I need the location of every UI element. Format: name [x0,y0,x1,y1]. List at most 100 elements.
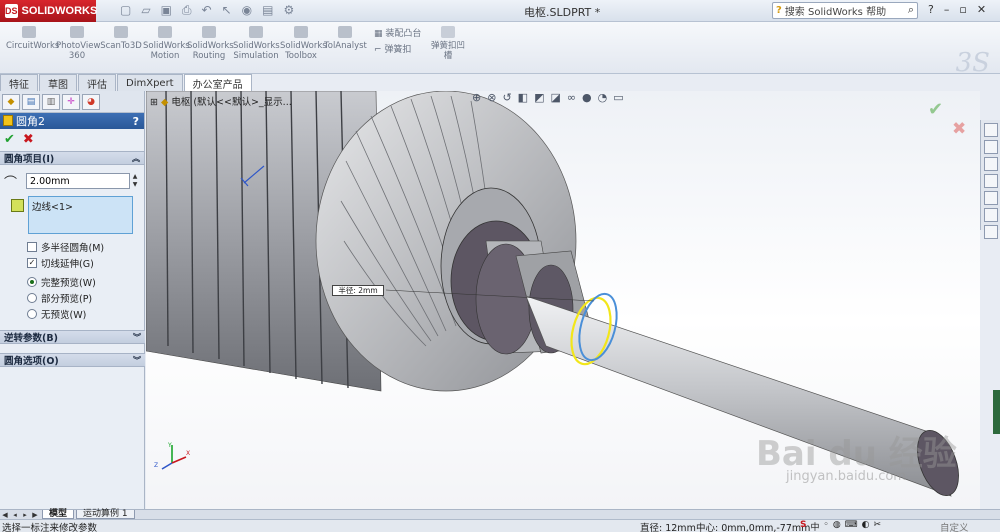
fillet-items-group-header[interactable]: 圆角项目(I) ︽ [0,151,144,165]
radius-callout[interactable]: 半径: 2mm [332,285,384,296]
close-icon[interactable]: ✕ [977,3,986,16]
radius-spinner[interactable]: ▲ ▼ [131,173,139,189]
zoom-to-fit-icon[interactable]: ⊕ [472,91,481,104]
tab-motion-study[interactable]: 运动算例 1 [76,510,135,519]
search-results-icon[interactable] [983,174,998,188]
partial-preview-radio[interactable] [27,293,37,303]
no-preview-option[interactable]: 无预览(W) [27,307,86,321]
motion-icon [158,26,172,38]
feature-tree-flyout[interactable]: ⊞ ◆ 电枢 (默认<<默认>_显示... [150,94,292,108]
ime-chinese-mode[interactable]: 中 [810,520,819,532]
view-settings-icon[interactable]: ▭ [613,91,623,104]
solidworks-routing-button[interactable]: SolidWorks Routing [187,26,234,61]
mount-boss-button[interactable]: ▦ 装配凸台 [374,26,421,39]
confirm-cancel-icon[interactable]: ✖ [952,119,966,139]
minimize-icon[interactable]: – [944,3,950,16]
snap-hook-button[interactable]: ⌐ 弹簧扣 [374,42,411,55]
options-icon[interactable]: ⚙ [283,3,294,18]
photoview-button[interactable]: PhotoView 360 [56,26,100,61]
display-style-icon[interactable]: ◪ [550,91,560,104]
undo-icon[interactable]: ↶ [202,3,212,18]
tangent-propagation-checkbox[interactable]: ✓ [27,258,37,268]
rebuild-icon[interactable]: ◉ [242,3,252,18]
custom-properties-icon[interactable] [983,225,998,239]
solidworks-logo[interactable]: DS SOLIDWORKS [0,0,97,22]
full-preview-option[interactable]: 完整预览(W) [27,275,96,289]
full-preview-radio[interactable] [27,277,37,287]
tab-sketch[interactable]: 草图 [39,74,77,91]
fillet-options-group-header[interactable]: 圆角选项(O) ︾ [0,353,145,367]
prev-tab-arrow-icon[interactable]: ◂ [10,510,20,519]
dimxpert-manager-icon[interactable]: ✛ [62,94,80,110]
tangent-propagation-option[interactable]: ✓ 切线延伸(G) [27,256,94,270]
selected-edge-item[interactable]: 边线<1> [32,202,73,213]
graphics-area[interactable]: ⊞ ◆ 电枢 (默认<<默认>_显示... ⊕ ⊗ ↺ ◧ ◩ ◪ ∞ ● ◔ … [146,91,980,509]
multi-radius-checkbox[interactable] [27,242,37,252]
help-button[interactable]: ? [133,115,139,128]
confirm-ok-icon[interactable]: ✔ [928,99,943,120]
side-handle[interactable] [993,390,1000,434]
feature-title: 圆角2 [16,115,45,128]
help-search-box[interactable]: ? 搜索 SolidWorks 帮助 ⌕ [772,2,918,19]
ime-tools-icon[interactable]: ✂ [874,520,882,532]
tolanalyst-button[interactable]: TolAnalyst [324,26,367,51]
new-document-icon[interactable]: ▢ [120,3,131,18]
solidworks-simulation-button[interactable]: SolidWorks Simulation [233,26,280,61]
ime-toolbar[interactable]: S 中 ◦ ◍ ⌨ ◐ ✂ [800,520,881,532]
cancel-x-icon[interactable]: ✖ [23,132,34,147]
file-properties-icon[interactable]: ▤ [262,3,273,18]
ok-check-icon[interactable]: ✔ [4,132,15,147]
apply-scene-icon[interactable]: ◔ [598,91,608,104]
design-library-icon[interactable] [983,140,998,154]
multi-radius-option[interactable]: 多半径圆角(M) [27,240,104,254]
property-manager-icon[interactable]: ▤ [22,94,40,110]
appearances-icon[interactable] [983,208,998,222]
solidworks-motion-button[interactable]: SolidWorks Motion [143,26,190,61]
select-icon[interactable]: ↖ [222,3,232,18]
view-orientation-icon[interactable]: ◩ [534,91,544,104]
print-icon[interactable]: ⎙ [182,3,192,18]
previous-view-icon[interactable]: ↺ [502,91,511,104]
sogou-ime-icon[interactable]: S [800,520,806,532]
open-icon[interactable]: ▱ [141,3,150,18]
edit-appearance-icon[interactable]: ● [582,91,592,104]
ime-mic-icon[interactable]: ◍ [833,520,841,532]
tab-office-products[interactable]: 办公室产品 [183,74,252,91]
configuration-manager-icon[interactable]: ▥ [42,94,60,110]
expand-icon[interactable]: ⊞ [150,97,161,108]
no-preview-radio[interactable] [27,309,37,319]
search-icon[interactable]: ⌕ [908,3,914,17]
zoom-to-area-icon[interactable]: ⊗ [487,91,496,104]
ime-keyboard-icon[interactable]: ⌨ [845,520,858,532]
help-menu-icon[interactable]: ? [928,3,934,16]
tab-model[interactable]: 模型 [42,510,75,519]
snap-hook-groove-button[interactable]: 弹簧扣凹槽 [428,26,468,61]
next-tab-arrow-icon[interactable]: ▸ [20,510,30,519]
edge-selection-list[interactable]: 边线<1> [28,196,133,234]
restore-icon[interactable]: ▫ [959,3,966,16]
file-explorer-icon[interactable] [983,157,998,171]
scanto3d-button[interactable]: ScanTo3D [100,26,142,51]
ime-punct-icon[interactable]: ◦ [824,520,829,532]
circuitworks-button[interactable]: CircuitWorks [6,26,59,51]
ime-user-icon[interactable]: ◐ [862,520,870,532]
reverse-params-group-header[interactable]: 逆转参数(B) ︾ [0,330,145,344]
section-view-icon[interactable]: ◧ [518,91,528,104]
first-tab-arrow-icon[interactable]: ◀ [0,510,10,519]
display-manager-icon[interactable]: ◕ [82,94,100,110]
save-icon[interactable]: ▣ [161,3,172,18]
tab-features[interactable]: 特征 [0,74,38,91]
radius-input[interactable] [26,173,130,189]
feature-manager-icon[interactable]: ◆ [2,94,20,110]
edge-selection-icon [11,199,24,212]
view-palette-icon[interactable] [983,191,998,205]
solidworks-toolbox-button[interactable]: SolidWorks Toolbox [280,26,327,61]
last-tab-arrow-icon[interactable]: ▶ [30,510,40,519]
hide-show-icon[interactable]: ∞ [567,91,576,104]
tab-evaluate[interactable]: 评估 [78,74,116,91]
resources-icon[interactable] [983,123,998,137]
status-custom-field[interactable]: 自定义 [940,520,969,532]
partial-preview-option[interactable]: 部分预览(P) [27,291,92,305]
tab-dimxpert[interactable]: DimXpert [117,74,183,91]
fillet-options-group: 圆角选项(O) ︾ [0,351,145,367]
